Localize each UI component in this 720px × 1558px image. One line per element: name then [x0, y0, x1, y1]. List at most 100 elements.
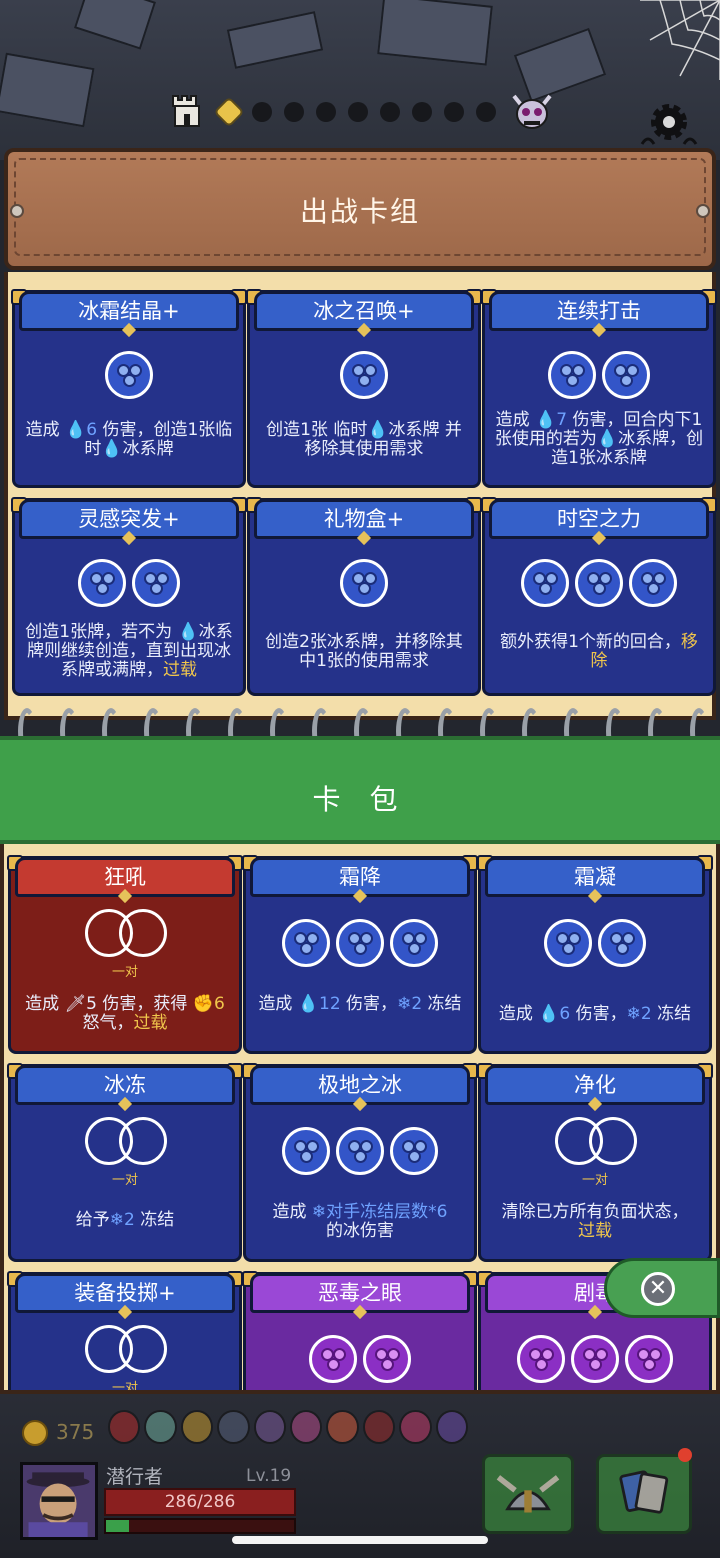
card-description: 造成 💧7 伤害，回合内下1张使用的若为💧冰系牌，创造1张冰系牌 [494, 410, 704, 468]
water-drop-icon: 💧 [177, 622, 199, 642]
ice-orb-icon [390, 1127, 438, 1175]
helmet-icon [496, 1475, 560, 1513]
relic-icon [399, 1410, 432, 1444]
water-drop-icon: 💧 [297, 994, 320, 1014]
pack-card[interactable]: 霜降 造成 💧12 伤害，❄2 冻结 [242, 855, 478, 1054]
map-background [0, 0, 720, 160]
card-cost [481, 1335, 709, 1387]
water-drop-icon: 💧 [538, 1004, 560, 1024]
card-description: 造成 💧6 伤害，❄2 冻结 [498, 1004, 692, 1024]
relic-icon [144, 1410, 177, 1444]
pair-label: 一对 [581, 1173, 608, 1188]
card-description: 给予❄2 冻结 [75, 1210, 175, 1230]
snowflake-icon: ❄ [311, 1202, 327, 1222]
player-bar: 375 潜行者 Lv.19 286/286 [0, 1394, 720, 1558]
poison-orb-icon [517, 1335, 565, 1383]
pack-card[interactable]: 净化 一对 清除已方所有负面状态， 过载 [477, 1063, 713, 1262]
map-node [316, 102, 336, 122]
ice-orb-icon [336, 1127, 384, 1175]
deck-header: 出战卡组 [4, 148, 716, 270]
equipment-button[interactable] [482, 1454, 574, 1534]
card-name: 冰之召唤+ [254, 291, 474, 331]
cards-icon [619, 1470, 669, 1514]
map-node [284, 102, 304, 122]
card-name: 霜降 [250, 857, 470, 897]
pack-card[interactable]: 恶毒之眼 [242, 1271, 478, 1390]
card-name: 冰霜结晶+ [19, 291, 239, 331]
card-name: 连续打击 [489, 291, 709, 331]
pack-card[interactable]: 霜凝 造成 💧6 伤害，❄2 冻结 [477, 855, 713, 1054]
card-cost [481, 919, 709, 971]
pack-card[interactable]: 极地之冰 造成 ❄对手冻结层数*6 的冰伤害 [242, 1063, 478, 1262]
deck-panel: 冰霜结晶+ 造成 💧6 伤害，创造1张临时💧冰系牌 冰之召唤+ 创造1张 临时💧… [4, 272, 717, 720]
ice-orb-icon [521, 559, 569, 607]
water-drop-icon: 💧 [535, 410, 557, 430]
ice-orb-icon [629, 559, 677, 607]
relic-icon [217, 1410, 250, 1444]
hp-text: 286/286 [164, 1492, 236, 1512]
pack-card[interactable]: 冰冻 一对 给予❄2 冻结 [7, 1063, 243, 1262]
gold-amount: 375 [56, 1420, 95, 1444]
card-name: 狂吼 [15, 857, 235, 897]
map-node [348, 102, 368, 122]
player-avatar[interactable] [20, 1462, 98, 1540]
ice-orb-icon [336, 919, 384, 967]
ice-orb-icon [105, 351, 153, 399]
map-node [252, 102, 272, 122]
deck-card[interactable]: 礼物盒+ 创造2张冰系牌，并移除其中1张的使用需求 [246, 497, 482, 696]
card-description: 清除已方所有负面状态， 过载 [501, 1202, 689, 1241]
card-name: 冰冻 [15, 1065, 235, 1105]
rock-shard [377, 0, 493, 66]
pair-cost: 一对 [481, 1117, 709, 1188]
xp-bar [104, 1518, 296, 1534]
map-node [380, 102, 400, 122]
close-tab[interactable]: ✕ [604, 1258, 720, 1318]
snowflake-icon: ❄ [109, 1210, 124, 1230]
ice-orb-icon [340, 559, 388, 607]
poison-orb-icon [571, 1335, 619, 1383]
deck-card[interactable]: 灵感突发+ 创造1张牌，若不为 💧冰系牌则继续创造，直到出现冰系牌或满牌，过载 [11, 497, 247, 696]
ice-orb-icon [282, 919, 330, 967]
pack-card[interactable]: 装备投掷+ 一对 [7, 1271, 243, 1390]
card-name: 时空之力 [489, 499, 709, 539]
pack-card[interactable]: 狂吼 一对 造成 🗡5 伤害，获得 ✊6 怒气，过载 [7, 855, 243, 1054]
pair-label: 一对 [111, 965, 138, 980]
card-cost [246, 1127, 474, 1179]
water-drop-icon: 💧 [596, 429, 619, 449]
pair-ring-icon [119, 909, 167, 957]
ice-orb-icon [340, 351, 388, 399]
deck-title: 出战卡组 [299, 195, 420, 228]
home-indicator[interactable] [232, 1536, 488, 1544]
pair-cost: 一对 [11, 1117, 239, 1188]
ice-orb-icon [282, 1127, 330, 1175]
card-cost [250, 351, 478, 403]
water-drop-icon: 💧 [367, 420, 389, 440]
relic-icon [108, 1410, 141, 1444]
card-description: 造成 💧12 伤害，❄2 冻结 [258, 994, 462, 1014]
pair-ring-icon [589, 1117, 637, 1165]
notification-dot [678, 1448, 692, 1462]
poison-orb-icon [625, 1335, 673, 1383]
deck-card[interactable]: 连续打击 造成 💧7 伤害，回合内下1张使用的若为💧冰系牌，创造1张冰系牌 [481, 289, 717, 488]
relic-bar [108, 1410, 469, 1456]
gear-icon[interactable] [636, 100, 702, 150]
relic-icon [180, 1410, 214, 1444]
card-description: 创造1张 临时💧冰系牌 并移除其使用需求 [266, 420, 462, 459]
rock-shard [73, 0, 157, 50]
card-name: 礼物盒+ [254, 499, 474, 539]
ice-orb-icon [132, 559, 180, 607]
card-description: 造成 🗡5 伤害，获得 ✊6 怒气，过载 [25, 994, 225, 1033]
rock-shard [226, 11, 324, 69]
relic-icon [435, 1410, 469, 1444]
close-icon[interactable]: ✕ [641, 1272, 675, 1306]
rock-shard [0, 52, 95, 128]
map-node [412, 102, 432, 122]
deck-card[interactable]: 冰之召唤+ 创造1张 临时💧冰系牌 并移除其使用需求 [246, 289, 482, 488]
deck-view-button[interactable] [596, 1454, 692, 1534]
card-name: 净化 [485, 1065, 705, 1105]
card-name: 霜凝 [485, 857, 705, 897]
card-description: 造成 💧6 伤害，创造1张临时💧冰系牌 [25, 420, 233, 459]
deck-card[interactable]: 冰霜结晶+ 造成 💧6 伤害，创造1张临时💧冰系牌 [11, 289, 247, 488]
card-name: 恶毒之眼 [250, 1273, 470, 1313]
deck-card[interactable]: 时空之力 额外获得1个新的回合，移除 [481, 497, 717, 696]
